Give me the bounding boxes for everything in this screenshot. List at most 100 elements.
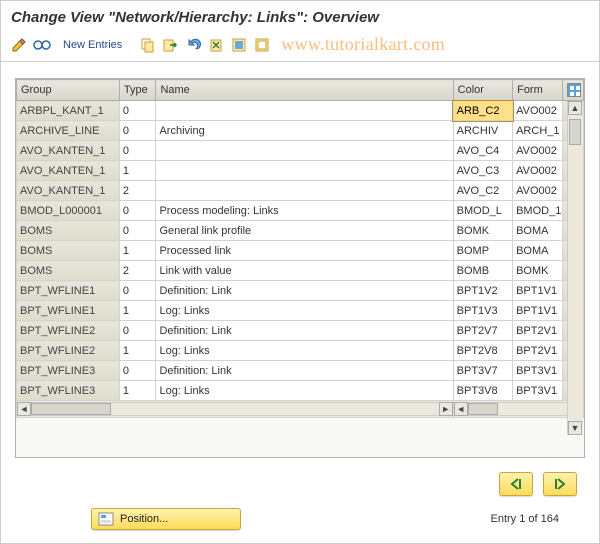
hscroll-thumb-left[interactable] <box>31 403 111 415</box>
change-icon[interactable] <box>9 35 29 55</box>
cell[interactable]: ARBPL_KANT_1 <box>17 101 120 121</box>
cell[interactable]: AVO002 <box>513 161 563 181</box>
cell[interactable]: 1 <box>119 341 156 361</box>
hscroll2-thumb[interactable] <box>468 403 498 415</box>
hscroll2-left-icon[interactable]: ◄ <box>454 402 468 416</box>
cell[interactable]: 0 <box>119 281 156 301</box>
table-row[interactable]: ARCHIVE_LINE0ArchivingARCHIVARCH_1 <box>17 121 584 141</box>
table-row[interactable]: BMOD_L0000010Process modeling: LinksBMOD… <box>17 201 584 221</box>
vscroll-down-icon[interactable]: ▼ <box>568 421 582 435</box>
table-row[interactable]: BPT_WFLINE10Definition: LinkBPT1V2BPT1V1 <box>17 281 584 301</box>
prev-page-button[interactable] <box>499 472 533 496</box>
col-header-name[interactable]: Name <box>156 80 453 101</box>
cell[interactable]: BPT1V1 <box>513 281 563 301</box>
undo-icon[interactable] <box>183 35 203 55</box>
table-row[interactable]: ARBPL_KANT_10ARB_C2AVO002 <box>17 101 584 121</box>
table-row[interactable]: AVO_KANTEN_12AVO_C2AVO002 <box>17 181 584 201</box>
cell[interactable]: AVO_C4 <box>453 141 512 161</box>
cell[interactable]: 2 <box>119 181 156 201</box>
cell[interactable]: BPT3V1 <box>513 381 563 401</box>
cell[interactable]: Definition: Link <box>156 361 453 381</box>
cell[interactable]: AVO_C3 <box>453 161 512 181</box>
cell[interactable]: BOMA <box>513 241 563 261</box>
cell[interactable]: AVO002 <box>513 181 563 201</box>
cell[interactable]: 0 <box>119 121 156 141</box>
table-row[interactable]: AVO_KANTEN_11AVO_C3AVO002 <box>17 161 584 181</box>
table-row[interactable]: BPT_WFLINE21Log: LinksBPT2V8BPT2V1 <box>17 341 584 361</box>
cell[interactable]: AVO_C2 <box>453 181 512 201</box>
vscroll-up-icon[interactable]: ▲ <box>568 101 582 115</box>
cell[interactable]: BOMK <box>513 261 563 281</box>
cell[interactable]: BPT_WFLINE3 <box>17 361 120 381</box>
cell[interactable]: 0 <box>119 321 156 341</box>
hscroll-track-left[interactable] <box>31 402 439 416</box>
cell[interactable]: ARCHIVE_LINE <box>17 121 120 141</box>
cell[interactable]: BPT_WFLINE2 <box>17 321 120 341</box>
col-header-type[interactable]: Type <box>119 80 156 101</box>
cell[interactable]: BOMS <box>17 241 120 261</box>
cell[interactable]: BPT1V1 <box>513 301 563 321</box>
cell[interactable]: AVO002 <box>513 141 563 161</box>
hscroll-left-icon[interactable]: ◄ <box>17 402 31 416</box>
table-row[interactable]: BOMS2Link with valueBOMBBOMK <box>17 261 584 281</box>
delete-icon[interactable] <box>206 35 226 55</box>
cell[interactable]: Process modeling: Links <box>156 201 453 221</box>
table-row[interactable]: BPT_WFLINE20Definition: LinkBPT2V7BPT2V1 <box>17 321 584 341</box>
cell[interactable]: BMOD_1 <box>513 201 563 221</box>
table-row[interactable]: BOMS0General link profileBOMKBOMA <box>17 221 584 241</box>
cell[interactable]: Processed link <box>156 241 453 261</box>
table-row[interactable]: BOMS1Processed linkBOMPBOMA <box>17 241 584 261</box>
cell[interactable]: Definition: Link <box>156 281 453 301</box>
cell[interactable]: BPT3V8 <box>453 381 512 401</box>
cell[interactable]: Log: Links <box>156 341 453 361</box>
copy-icon[interactable] <box>137 35 157 55</box>
cell[interactable]: AVO_KANTEN_1 <box>17 161 120 181</box>
hscroll-track-right[interactable] <box>468 402 569 416</box>
cell[interactable]: BOMA <box>513 221 563 241</box>
table-row[interactable]: BPT_WFLINE31Log: LinksBPT3V8BPT3V1 <box>17 381 584 401</box>
cell[interactable]: ARCHIV <box>453 121 512 141</box>
cell[interactable]: Log: Links <box>156 301 453 321</box>
table-row[interactable]: BPT_WFLINE11Log: LinksBPT1V3BPT1V1 <box>17 301 584 321</box>
move-icon[interactable] <box>160 35 180 55</box>
cell[interactable]: 1 <box>119 381 156 401</box>
table-row[interactable]: BPT_WFLINE30Definition: LinkBPT3V7BPT3V1 <box>17 361 584 381</box>
col-header-group[interactable]: Group <box>17 80 120 101</box>
cell[interactable]: 1 <box>119 241 156 261</box>
cell[interactable]: BPT2V7 <box>453 321 512 341</box>
next-page-button[interactable] <box>543 472 577 496</box>
select-column-icon[interactable] <box>563 80 584 101</box>
select-all-icon[interactable] <box>229 35 249 55</box>
cell[interactable]: BMOD_L <box>453 201 512 221</box>
cell[interactable]: BPT1V2 <box>453 281 512 301</box>
cell[interactable]: BPT3V7 <box>453 361 512 381</box>
cell[interactable] <box>156 101 453 121</box>
cell[interactable]: Log: Links <box>156 381 453 401</box>
cell[interactable]: Archiving <box>156 121 453 141</box>
cell[interactable]: BPT_WFLINE2 <box>17 341 120 361</box>
cell[interactable]: ARCH_1 <box>513 121 563 141</box>
cell[interactable] <box>156 161 453 181</box>
new-entries-button[interactable]: New Entries <box>55 37 130 53</box>
data-grid[interactable]: Group Type Name Color Form ARBPL_KANT_10… <box>16 79 584 418</box>
col-header-color[interactable]: Color <box>453 80 512 101</box>
cell[interactable]: 0 <box>119 361 156 381</box>
cell[interactable]: BPT_WFLINE3 <box>17 381 120 401</box>
cell[interactable]: BPT_WFLINE1 <box>17 301 120 321</box>
cell[interactable]: BPT2V1 <box>513 341 563 361</box>
cell[interactable]: BOMP <box>453 241 512 261</box>
cell[interactable]: BOMB <box>453 261 512 281</box>
cell[interactable]: BMOD_L000001 <box>17 201 120 221</box>
cell[interactable]: AVO002 <box>513 101 563 121</box>
cell[interactable]: BOMS <box>17 221 120 241</box>
cell[interactable]: BPT_WFLINE1 <box>17 281 120 301</box>
cell[interactable]: 1 <box>119 301 156 321</box>
cell[interactable]: 2 <box>119 261 156 281</box>
cell[interactable]: ARB_C2 <box>453 101 512 121</box>
position-button[interactable]: Position... <box>91 508 241 530</box>
col-header-form[interactable]: Form <box>513 80 563 101</box>
vscroll-thumb[interactable] <box>569 119 581 145</box>
cell[interactable]: BPT2V8 <box>453 341 512 361</box>
cell[interactable]: BPT3V1 <box>513 361 563 381</box>
cell[interactable]: BOMS <box>17 261 120 281</box>
